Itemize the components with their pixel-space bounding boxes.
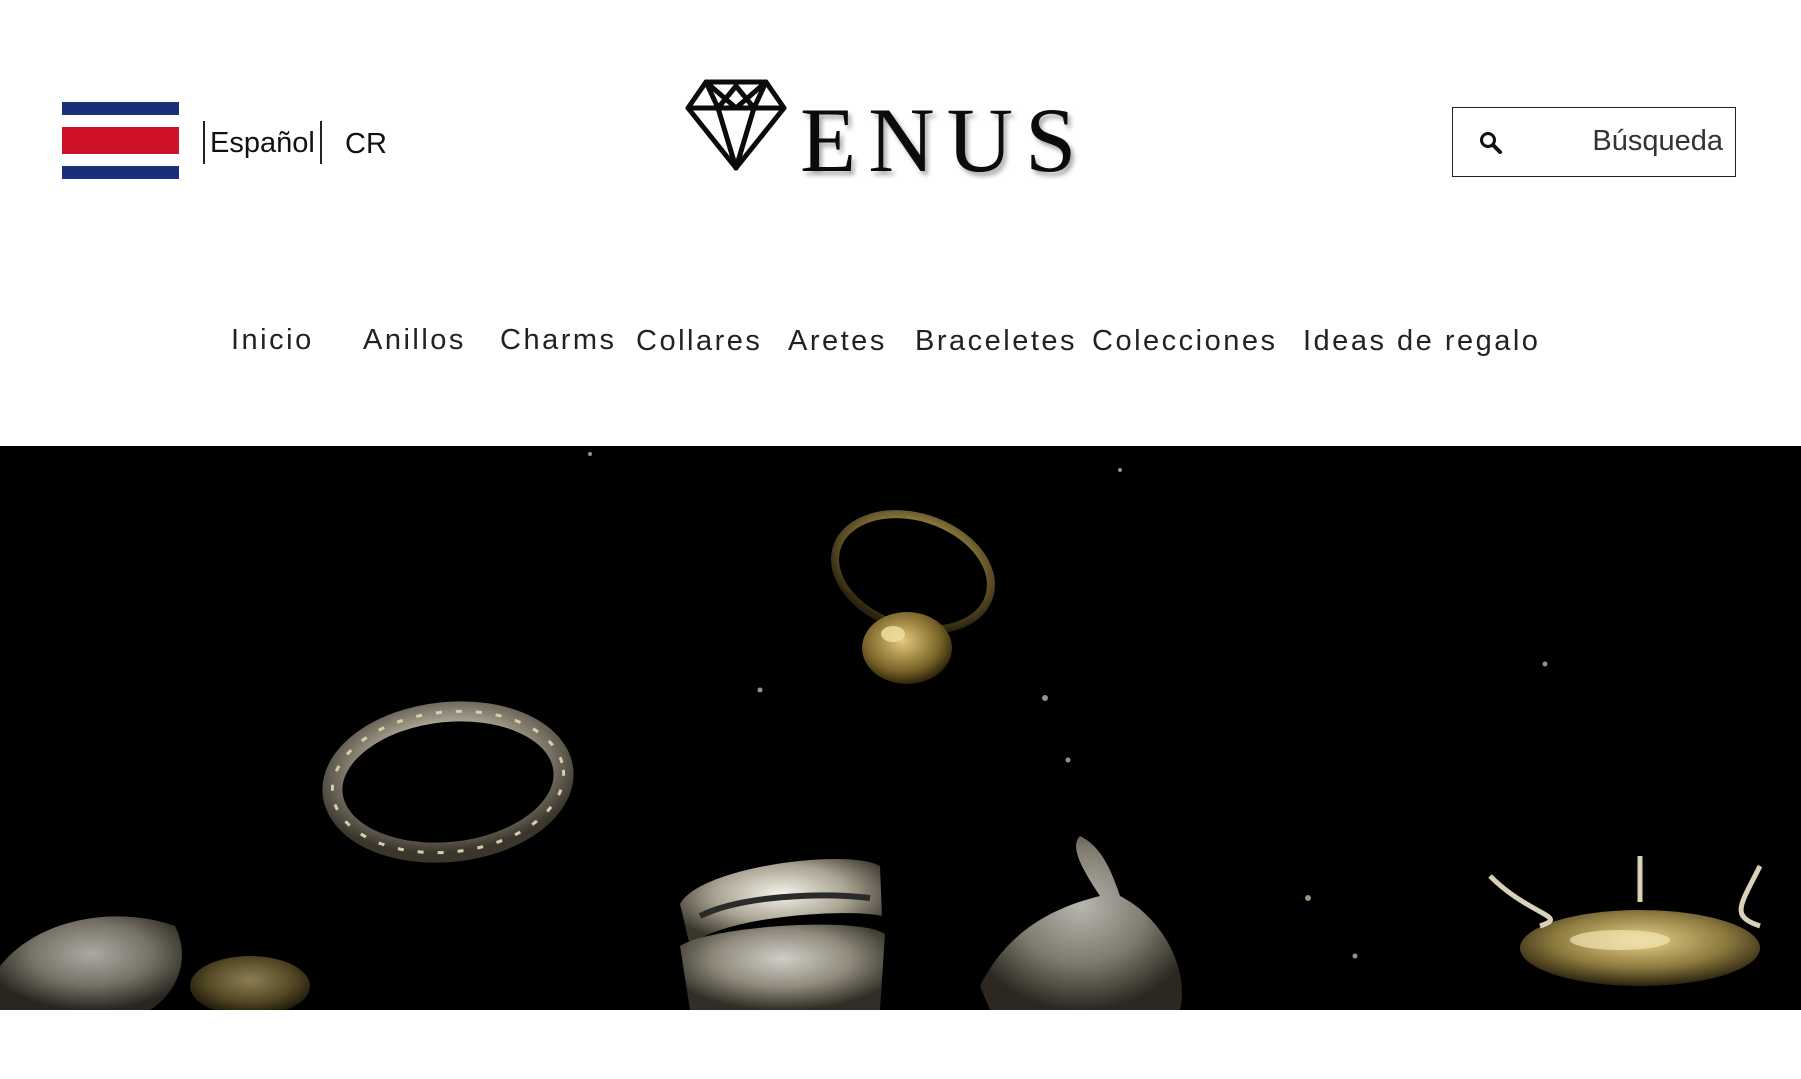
divider — [320, 121, 322, 164]
search-box[interactable] — [1452, 107, 1736, 177]
search-icon[interactable] — [1478, 130, 1504, 156]
divider — [203, 121, 205, 164]
nav-item-ideas-de-regalo[interactable]: Ideas de regalo — [1303, 321, 1540, 361]
nav-item-colecciones[interactable]: Colecciones — [1092, 321, 1277, 361]
nav-item-anillos[interactable]: Anillos — [363, 320, 466, 360]
site-header: Español CR ENUS Inicio Anillos Charms Co… — [0, 0, 1801, 446]
brand-name: ENUS — [800, 89, 1089, 191]
jewelry-image — [0, 452, 1763, 1010]
nav-item-aretes[interactable]: Aretes — [788, 321, 887, 361]
language-selector[interactable]: Español — [210, 121, 315, 165]
costa-rica-flag-icon[interactable] — [62, 102, 179, 179]
diamond-icon — [685, 79, 787, 171]
search-input[interactable] — [1523, 108, 1723, 174]
nav-item-charms[interactable]: Charms — [500, 320, 617, 360]
nav-item-braceletes[interactable]: Braceletes — [915, 321, 1077, 361]
country-selector[interactable]: CR — [345, 122, 387, 166]
nav-item-collares[interactable]: Collares — [636, 321, 762, 361]
nav-item-inicio[interactable]: Inicio — [231, 320, 314, 360]
hero-banner[interactable] — [0, 446, 1801, 1010]
